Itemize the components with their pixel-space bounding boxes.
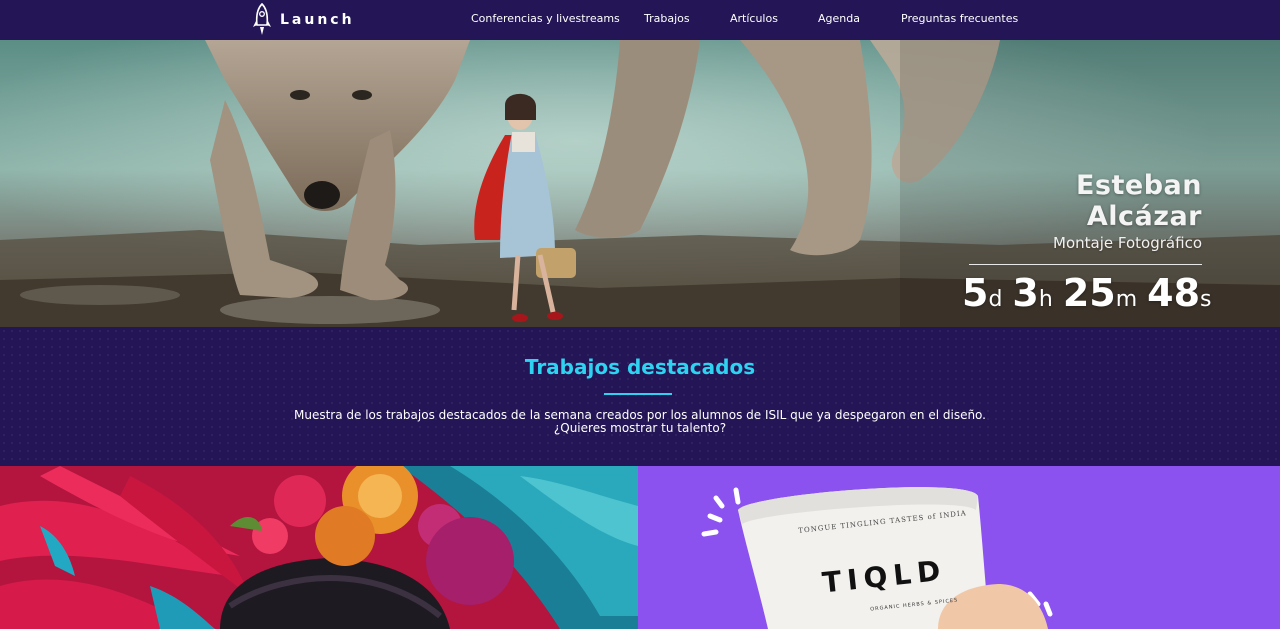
work-tile-portrait[interactable] [0,466,638,629]
hero-speaker-topic: Montaje Fotográfico [1053,234,1202,252]
featured-description-line2[interactable]: ¿Quieres mostrar tu talento? [0,422,1280,435]
nav-links: Conferencias y livestreams Trabajos Artí… [0,0,1280,40]
countdown-minutes-unit: m [1115,287,1138,312]
hero-divider [969,264,1202,265]
nav-link-conferencias[interactable]: Conferencias y livestreams [471,12,620,25]
hero-info: Esteban Alcázar Montaje Fotográfico 5d 3h… [962,170,1212,315]
featured-title: Trabajos destacados [524,355,756,379]
works-gallery: TONGUE TINGLING TASTES of INDIA TIQLD OR… [0,466,1280,629]
nav-link-articulos[interactable]: Artículos [730,12,778,25]
featured-works-section: Trabajos destacados Muestra de los traba… [0,327,1280,466]
countdown-hours-unit: h [1038,287,1053,312]
featured-description: Muestra de los trabajos destacados de la… [0,409,1280,435]
countdown-minutes: 25 [1062,271,1116,315]
featured-title-underline [604,393,672,395]
top-navbar: Launch Conferencias y livestreams Trabaj… [0,0,1280,40]
countdown-seconds-unit: s [1200,287,1212,312]
work-tile-packaging[interactable]: TONGUE TINGLING TASTES of INDIA TIQLD OR… [638,466,1280,629]
nav-link-agenda[interactable]: Agenda [818,12,860,25]
countdown-seconds: 48 [1147,271,1201,315]
countdown-days-unit: d [988,287,1003,312]
portrait-artwork-image [0,466,638,629]
nav-link-trabajos[interactable]: Trabajos [644,12,690,25]
countdown-hours: 3 [1012,271,1039,315]
countdown-days: 5 [962,271,989,315]
hero-banner[interactable]: Esteban Alcázar Montaje Fotográfico 5d 3h… [0,40,1280,327]
packaging-artwork-image [638,466,1280,629]
nav-link-preguntas[interactable]: Preguntas frecuentes [901,12,1018,25]
hero-speaker-name: Esteban Alcázar [1075,170,1202,232]
countdown-timer: 5d 3h 25m 48s [962,271,1212,315]
